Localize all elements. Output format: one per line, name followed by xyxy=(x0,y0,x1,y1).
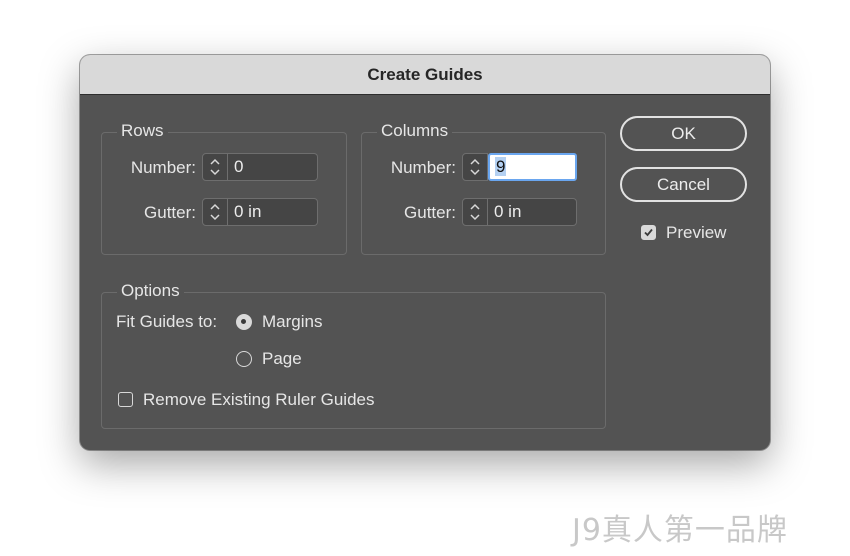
title-bar: Create Guides xyxy=(80,55,770,95)
columns-number-stepper[interactable] xyxy=(462,153,488,181)
columns-gutter-label: Gutter: xyxy=(404,203,456,222)
dialog-title: Create Guides xyxy=(367,64,483,84)
remove-guides-checkbox[interactable] xyxy=(118,392,133,407)
columns-number-value: 9 xyxy=(495,157,507,176)
preview-checkbox[interactable] xyxy=(641,225,656,240)
checkmark-icon xyxy=(644,228,653,237)
cancel-button[interactable]: Cancel xyxy=(620,167,747,202)
margins-radio[interactable] xyxy=(236,314,252,330)
rows-gutter-input[interactable]: 0 in xyxy=(228,198,318,226)
rows-gutter-stepper[interactable] xyxy=(202,198,228,226)
columns-number-input[interactable]: 9 xyxy=(488,153,577,181)
stepper-arrows-icon xyxy=(210,203,220,221)
fit-guides-label: Fit Guides to: xyxy=(116,312,218,331)
columns-gutter-input[interactable]: 0 in xyxy=(488,198,577,226)
columns-group: Columns xyxy=(361,120,606,255)
rows-group-label: Rows xyxy=(117,120,168,142)
create-guides-dialog: Create Guides Rows Number: 0 Gutter: 0 i… xyxy=(80,55,770,450)
ok-button[interactable]: OK xyxy=(620,116,747,151)
page-label: Page xyxy=(262,349,302,368)
rows-number-label: Number: xyxy=(130,158,196,177)
preview-label: Preview xyxy=(666,223,727,242)
stepper-arrows-icon xyxy=(470,158,480,176)
columns-gutter-stepper[interactable] xyxy=(462,198,488,226)
page-radio[interactable] xyxy=(236,351,252,367)
columns-number-label: Number: xyxy=(390,158,456,177)
rows-group: Rows xyxy=(101,120,347,255)
rows-number-input[interactable]: 0 xyxy=(228,153,318,181)
rows-number-stepper[interactable] xyxy=(202,153,228,181)
margins-label: Margins xyxy=(262,312,323,331)
watermark-text: J9真人第一品牌 xyxy=(572,513,788,548)
stepper-arrows-icon xyxy=(470,203,480,221)
rows-gutter-label: Gutter: xyxy=(144,203,196,222)
stepper-arrows-icon xyxy=(210,158,220,176)
options-group-label: Options xyxy=(117,280,184,302)
columns-group-label: Columns xyxy=(377,120,453,142)
remove-guides-label: Remove Existing Ruler Guides xyxy=(143,390,375,409)
